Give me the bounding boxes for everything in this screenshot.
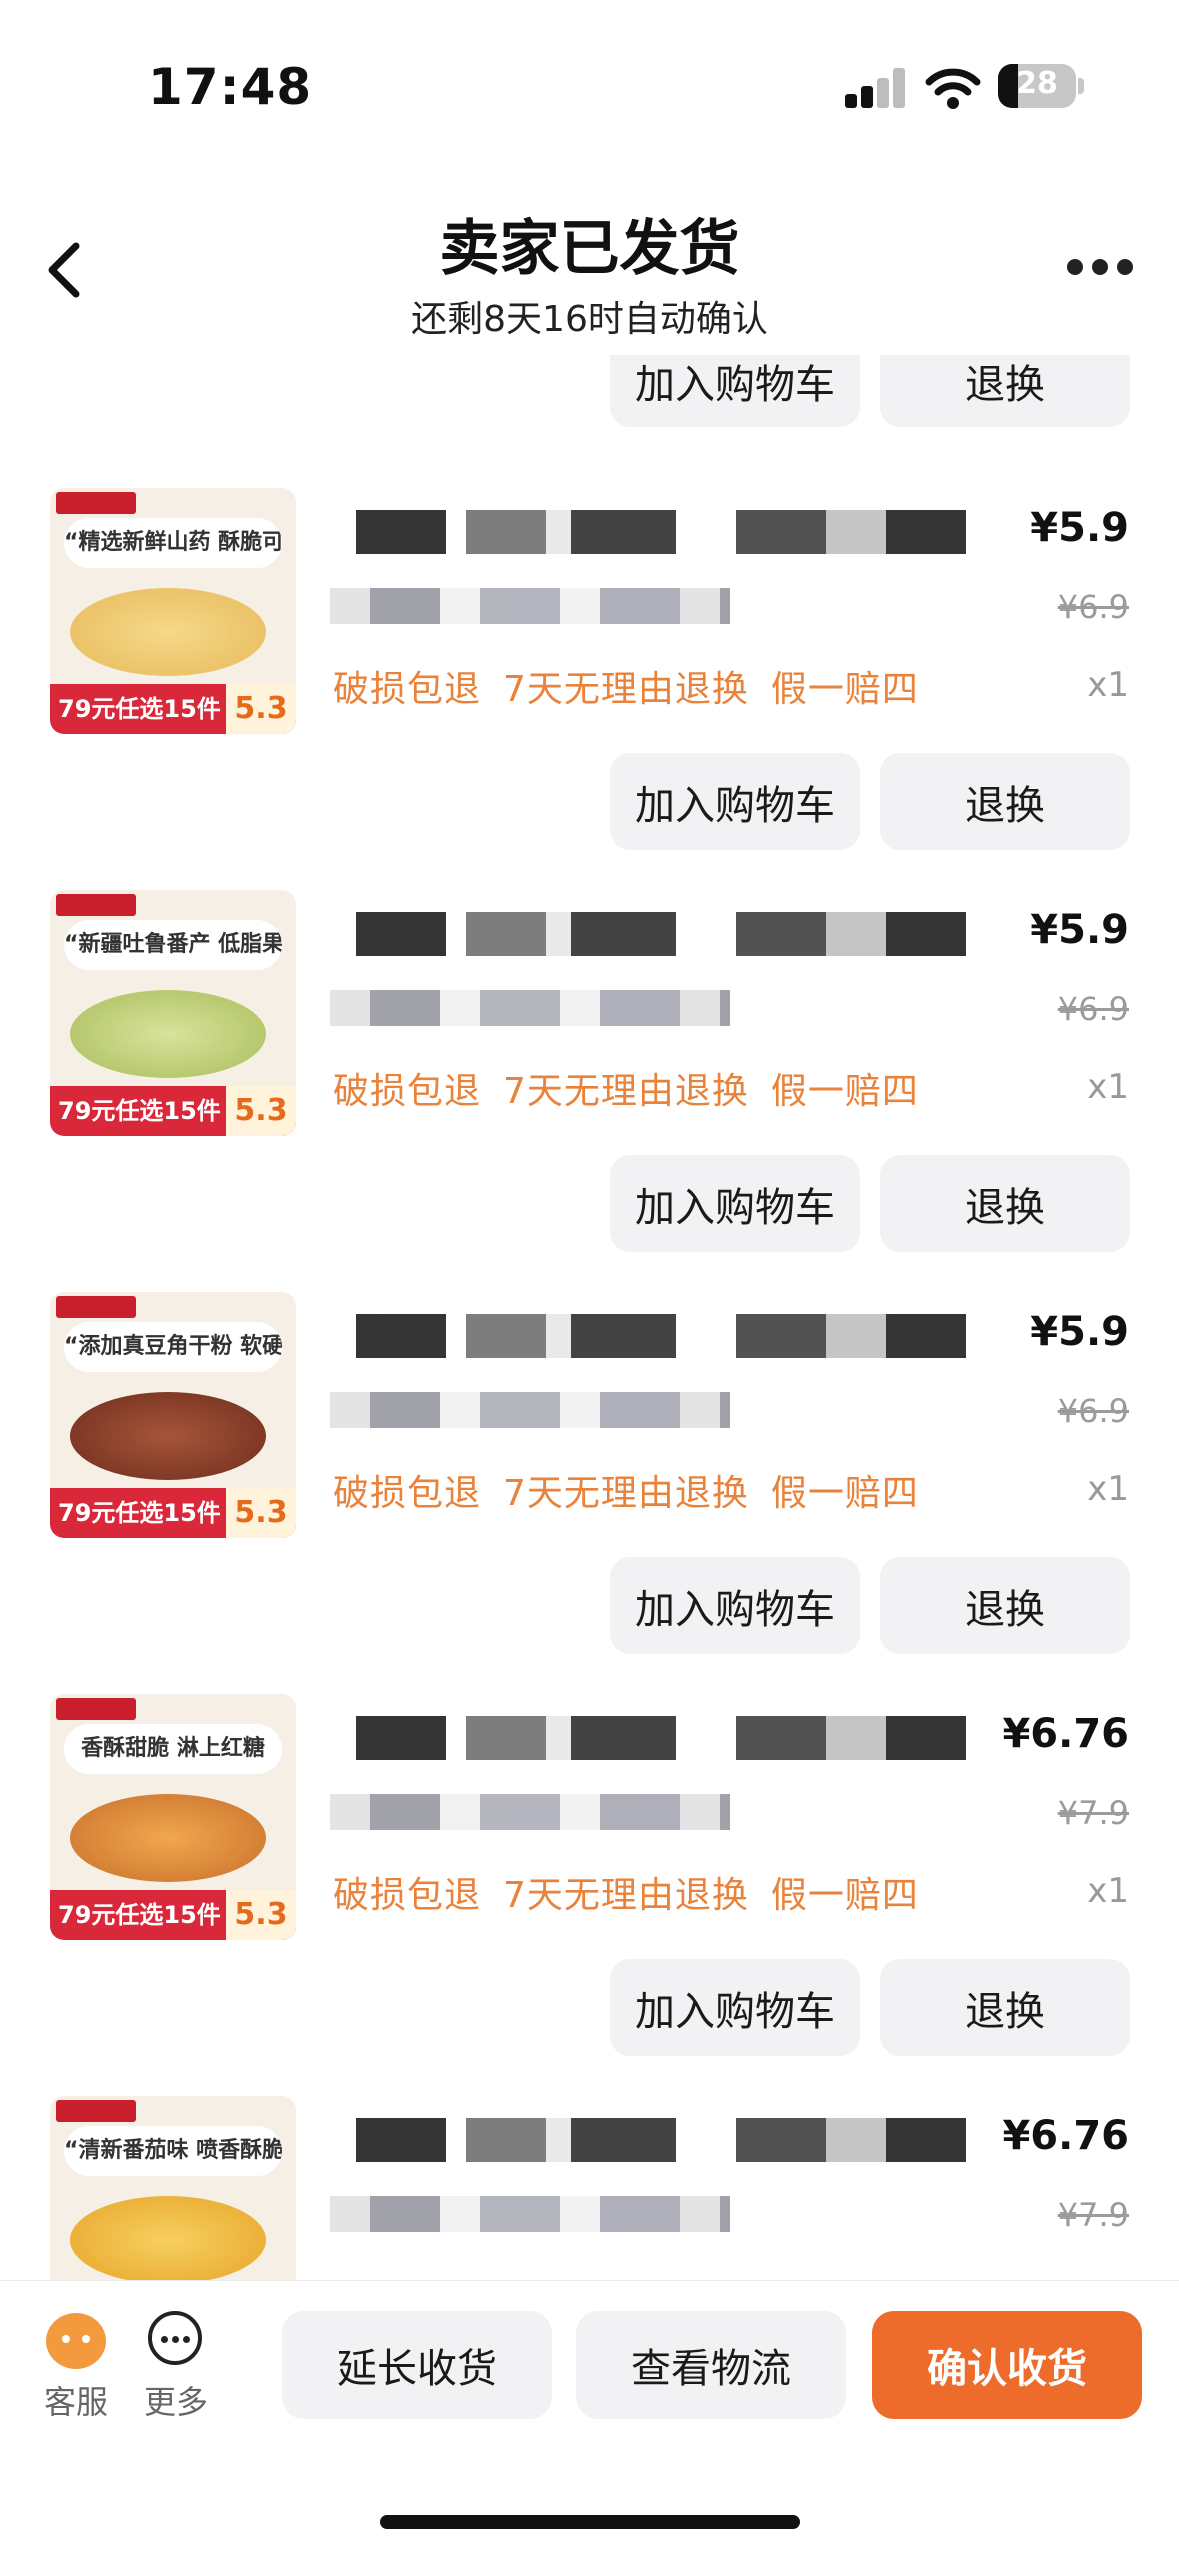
return-exchange-button[interactable]: 退换 bbox=[880, 1155, 1130, 1252]
battery-tip bbox=[1078, 78, 1084, 94]
item-original-price: ¥7.9 bbox=[1057, 1794, 1129, 1832]
view-logistics-button[interactable]: 查看物流 bbox=[576, 2311, 846, 2419]
item-original-price: ¥6.9 bbox=[1057, 1392, 1129, 1430]
cellular-signal-icon bbox=[845, 68, 907, 108]
product-image bbox=[70, 588, 266, 676]
return-exchange-button[interactable]: 退换 bbox=[880, 1557, 1130, 1654]
item-price: ¥6.76 bbox=[1002, 2113, 1129, 2159]
tag: 假一赔四 bbox=[770, 1875, 919, 1916]
brand-logo bbox=[56, 1698, 136, 1720]
product-title-redacted bbox=[356, 1314, 966, 1358]
tag: 7天无理由退换 bbox=[503, 1875, 749, 1916]
battery-icon: 28 bbox=[998, 64, 1076, 108]
tag: 破损包退 bbox=[333, 669, 482, 710]
tag: 7天无理由退换 bbox=[503, 669, 749, 710]
service-tags: 破损包退 7天无理由退换 假一赔四 bbox=[333, 1866, 941, 1918]
product-title-redacted bbox=[356, 912, 966, 956]
auto-confirm-countdown: 还剩8天16时自动确认 bbox=[411, 299, 768, 340]
status-time: 17:48 bbox=[148, 58, 313, 116]
service-tags: 破损包退 7天无理由退换 假一赔四 bbox=[333, 1464, 941, 1516]
return-exchange-button[interactable]: 退换 bbox=[880, 1959, 1130, 2056]
product-spec-redacted bbox=[330, 1794, 730, 1830]
item-quantity: x1 bbox=[1087, 1067, 1129, 1107]
more-options-icon[interactable] bbox=[1065, 254, 1135, 284]
item-quantity: x1 bbox=[1087, 665, 1129, 705]
product-spec-redacted bbox=[330, 990, 730, 1026]
more-label[interactable]: 更多 bbox=[144, 2377, 208, 2423]
return-exchange-button[interactable]: 退换 bbox=[880, 355, 1130, 427]
product-thumbnail[interactable]: “新疆吐鲁番产 低脂果味甜” 79元任选15件5.3 bbox=[50, 890, 296, 1136]
return-exchange-button[interactable]: 退换 bbox=[880, 753, 1130, 850]
item-price: ¥5.9 bbox=[1030, 907, 1129, 953]
thumbnail-caption: “添加真豆角干粉 软硬适中” bbox=[64, 1322, 282, 1372]
product-thumbnail[interactable]: “精选新鲜山药 酥脆可口” 79元任选15件5.3 bbox=[50, 488, 296, 734]
brand-logo bbox=[56, 894, 136, 916]
tag: 破损包退 bbox=[333, 1473, 482, 1514]
add-to-cart-button[interactable]: 加入购物车 bbox=[610, 753, 860, 850]
add-to-cart-button[interactable]: 加入购物车 bbox=[610, 1557, 860, 1654]
product-image bbox=[70, 1392, 266, 1480]
item-original-price: ¥6.9 bbox=[1057, 588, 1129, 626]
tag: 假一赔四 bbox=[770, 1473, 919, 1514]
tag: 7天无理由退换 bbox=[503, 1473, 749, 1514]
product-image bbox=[70, 2196, 266, 2280]
brand-logo bbox=[56, 492, 136, 514]
thumbnail-caption: 香酥甜脆 淋上红糖 bbox=[64, 1724, 282, 1774]
promo-banner: 79元任选15件 5.3 bbox=[50, 1890, 296, 1940]
promo-banner: 79元任选15件 5.3 bbox=[50, 1488, 296, 1538]
tag: 破损包退 bbox=[333, 1875, 482, 1916]
promo-banner: 79元任选15件 5.3 bbox=[50, 1086, 296, 1136]
product-title-redacted bbox=[356, 510, 966, 554]
battery-level: 28 bbox=[1016, 66, 1058, 101]
customer-service-icon[interactable] bbox=[46, 2313, 106, 2369]
tag: 假一赔四 bbox=[770, 669, 919, 710]
product-spec-redacted bbox=[330, 1392, 730, 1428]
product-title-redacted bbox=[356, 2118, 966, 2162]
product-spec-redacted bbox=[330, 2196, 730, 2232]
thumbnail-caption: “新疆吐鲁番产 低脂果味甜” bbox=[64, 920, 282, 970]
promo-banner: 79元任选15件 5.3 bbox=[50, 684, 296, 734]
add-to-cart-button[interactable]: 加入购物车 bbox=[610, 1959, 860, 2056]
add-to-cart-button[interactable]: 加入购物车 bbox=[610, 1155, 860, 1252]
item-price: ¥5.9 bbox=[1030, 1309, 1129, 1355]
item-quantity: x1 bbox=[1087, 1871, 1129, 1911]
tag: 假一赔四 bbox=[770, 1071, 919, 1112]
product-thumbnail[interactable]: “清新番茄味 喷香酥脆” bbox=[50, 2096, 296, 2280]
tag: 7天无理由退换 bbox=[503, 1071, 749, 1112]
product-thumbnail[interactable]: 香酥甜脆 淋上红糖 79元任选15件 5.3 bbox=[50, 1694, 296, 1940]
service-tags: 破损包退 7天无理由退换 假一赔四 bbox=[333, 1062, 941, 1114]
service-tags: 破损包退 7天无理由退换 假一赔四 bbox=[333, 660, 941, 712]
product-spec-redacted bbox=[330, 588, 730, 624]
item-price: ¥6.76 bbox=[1002, 1711, 1129, 1757]
item-price: ¥5.9 bbox=[1030, 505, 1129, 551]
customer-service-label[interactable]: 客服 bbox=[44, 2377, 108, 2423]
brand-logo bbox=[56, 2100, 136, 2122]
more-circle-icon[interactable] bbox=[148, 2311, 202, 2365]
product-image bbox=[70, 1794, 266, 1882]
thumbnail-caption: “清新番茄味 喷香酥脆” bbox=[64, 2126, 282, 2176]
item-quantity: x1 bbox=[1087, 1469, 1129, 1509]
order-items-list[interactable]: 加入购物车 退换 “精选新鲜山药 酥脆可口” 79元任选15件5.3 ¥5.9 … bbox=[0, 355, 1179, 2280]
product-title-redacted bbox=[356, 1716, 966, 1760]
add-to-cart-button[interactable]: 加入购物车 bbox=[610, 355, 860, 427]
product-thumbnail[interactable]: “添加真豆角干粉 软硬适中” 79元任选15件5.3 bbox=[50, 1292, 296, 1538]
thumbnail-caption: “精选新鲜山药 酥脆可口” bbox=[64, 518, 282, 568]
tag: 破损包退 bbox=[333, 1071, 482, 1112]
item-original-price: ¥7.9 bbox=[1057, 2196, 1129, 2234]
confirm-receipt-button[interactable]: 确认收货 bbox=[872, 2311, 1142, 2419]
item-original-price: ¥6.9 bbox=[1057, 990, 1129, 1028]
wifi-icon bbox=[925, 68, 981, 109]
product-image bbox=[70, 990, 266, 1078]
extend-receipt-button[interactable]: 延长收货 bbox=[282, 2311, 552, 2419]
brand-logo bbox=[56, 1296, 136, 1318]
page-title: 卖家已发货 bbox=[439, 214, 740, 284]
home-indicator[interactable] bbox=[380, 2515, 800, 2529]
